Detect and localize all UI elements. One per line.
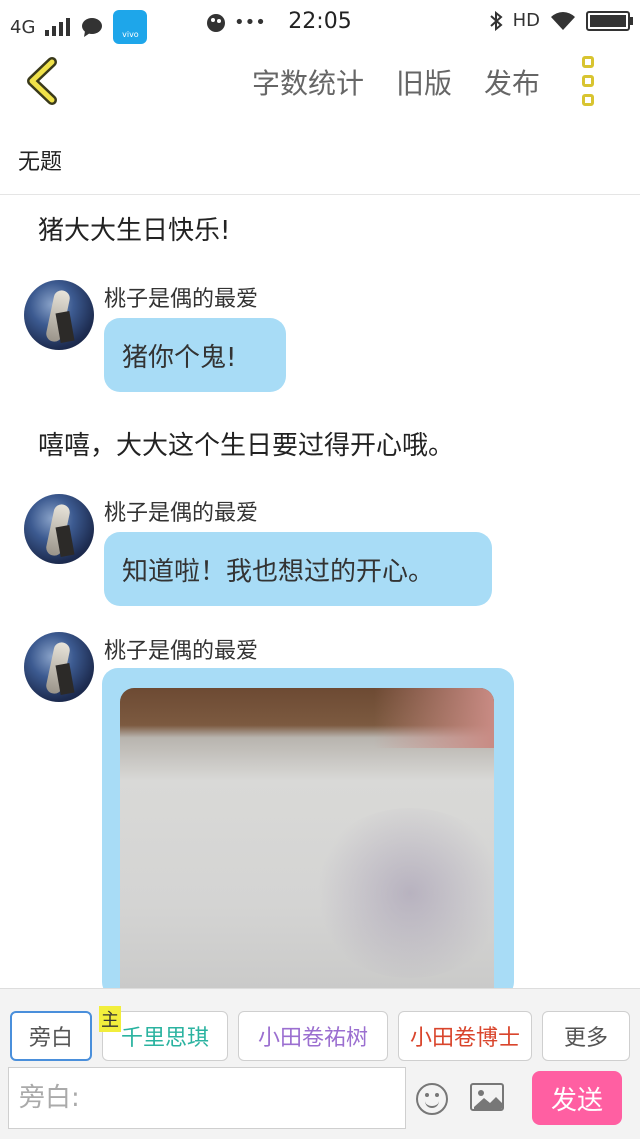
old-version-button[interactable]: 旧版 bbox=[396, 62, 452, 102]
avatar[interactable] bbox=[24, 494, 94, 564]
character-name: 桃子是偶的最爱 bbox=[104, 287, 259, 312]
hd-label: HD bbox=[512, 10, 540, 31]
chapter-title: 无题 bbox=[18, 150, 63, 175]
role-chip-yuki[interactable]: 小田卷祐树 bbox=[238, 1011, 388, 1061]
avatar[interactable] bbox=[24, 632, 94, 702]
chip-label: 小田卷祐树 bbox=[257, 1026, 368, 1051]
narration-text[interactable]: 猪大大生日快乐! bbox=[38, 210, 230, 247]
chat-bubble[interactable]: 知道啦！我也想过的开心。 bbox=[104, 532, 492, 606]
dot-icon bbox=[582, 75, 594, 87]
picture-glyph bbox=[474, 1090, 502, 1109]
back-arrow-icon bbox=[27, 57, 57, 105]
status-bar: 4G ••• 22:05 HD bbox=[0, 0, 640, 44]
emoji-icon[interactable] bbox=[416, 1083, 448, 1115]
chip-label: 千里思琪 bbox=[120, 1026, 209, 1051]
composer-panel: 旁白 主 千里思琪 小田卷祐树 小田卷博士 更多 发送 bbox=[0, 988, 640, 1139]
chip-label: 旁白 bbox=[28, 1026, 73, 1051]
shared-photo[interactable] bbox=[120, 688, 494, 998]
top-nav-bar: 字数统计 旧版 发布 bbox=[0, 44, 640, 120]
wifi-icon bbox=[551, 11, 575, 30]
dot-icon bbox=[582, 56, 594, 68]
dot-icon bbox=[582, 94, 594, 106]
more-menu-button[interactable] bbox=[582, 56, 598, 106]
publish-button[interactable]: 发布 bbox=[484, 62, 540, 102]
chapter-title-row[interactable]: 无题 bbox=[0, 128, 640, 195]
avatar[interactable] bbox=[24, 280, 94, 350]
role-chip-narrator[interactable]: 旁白 bbox=[10, 1011, 92, 1061]
word-count-button[interactable]: 字数统计 bbox=[252, 62, 364, 102]
role-chip-qianli[interactable]: 主 千里思琪 bbox=[99, 1006, 228, 1061]
message-input-box[interactable] bbox=[8, 1067, 406, 1129]
nav-actions: 字数统计 旧版 发布 bbox=[252, 62, 540, 102]
back-button[interactable] bbox=[22, 56, 64, 106]
battery-icon bbox=[586, 10, 633, 31]
image-icon[interactable] bbox=[470, 1083, 504, 1111]
role-selector: 旁白 主 千里思琪 小田卷祐树 小田卷博士 更多 bbox=[10, 1006, 630, 1061]
bluetooth-icon bbox=[489, 10, 503, 31]
chat-bubble[interactable]: 猪你个鬼! bbox=[104, 318, 286, 392]
message-input[interactable] bbox=[9, 1068, 405, 1128]
host-badge: 主 bbox=[99, 1006, 121, 1032]
character-name: 桃子是偶的最爱 bbox=[104, 501, 259, 526]
status-right: HD bbox=[489, 10, 633, 31]
chip-label: 小田卷博士 bbox=[409, 1026, 520, 1051]
chip-label: 更多 bbox=[563, 1026, 608, 1051]
character-name: 桃子是偶的最爱 bbox=[104, 639, 259, 664]
send-button[interactable]: 发送 bbox=[532, 1071, 622, 1125]
more-roles-button[interactable]: 更多 bbox=[542, 1011, 630, 1061]
narration-text[interactable]: 嘻嘻，大大这个生日要过得开心哦。 bbox=[38, 425, 454, 462]
role-chip-doctor[interactable]: 小田卷博士 bbox=[398, 1011, 532, 1061]
